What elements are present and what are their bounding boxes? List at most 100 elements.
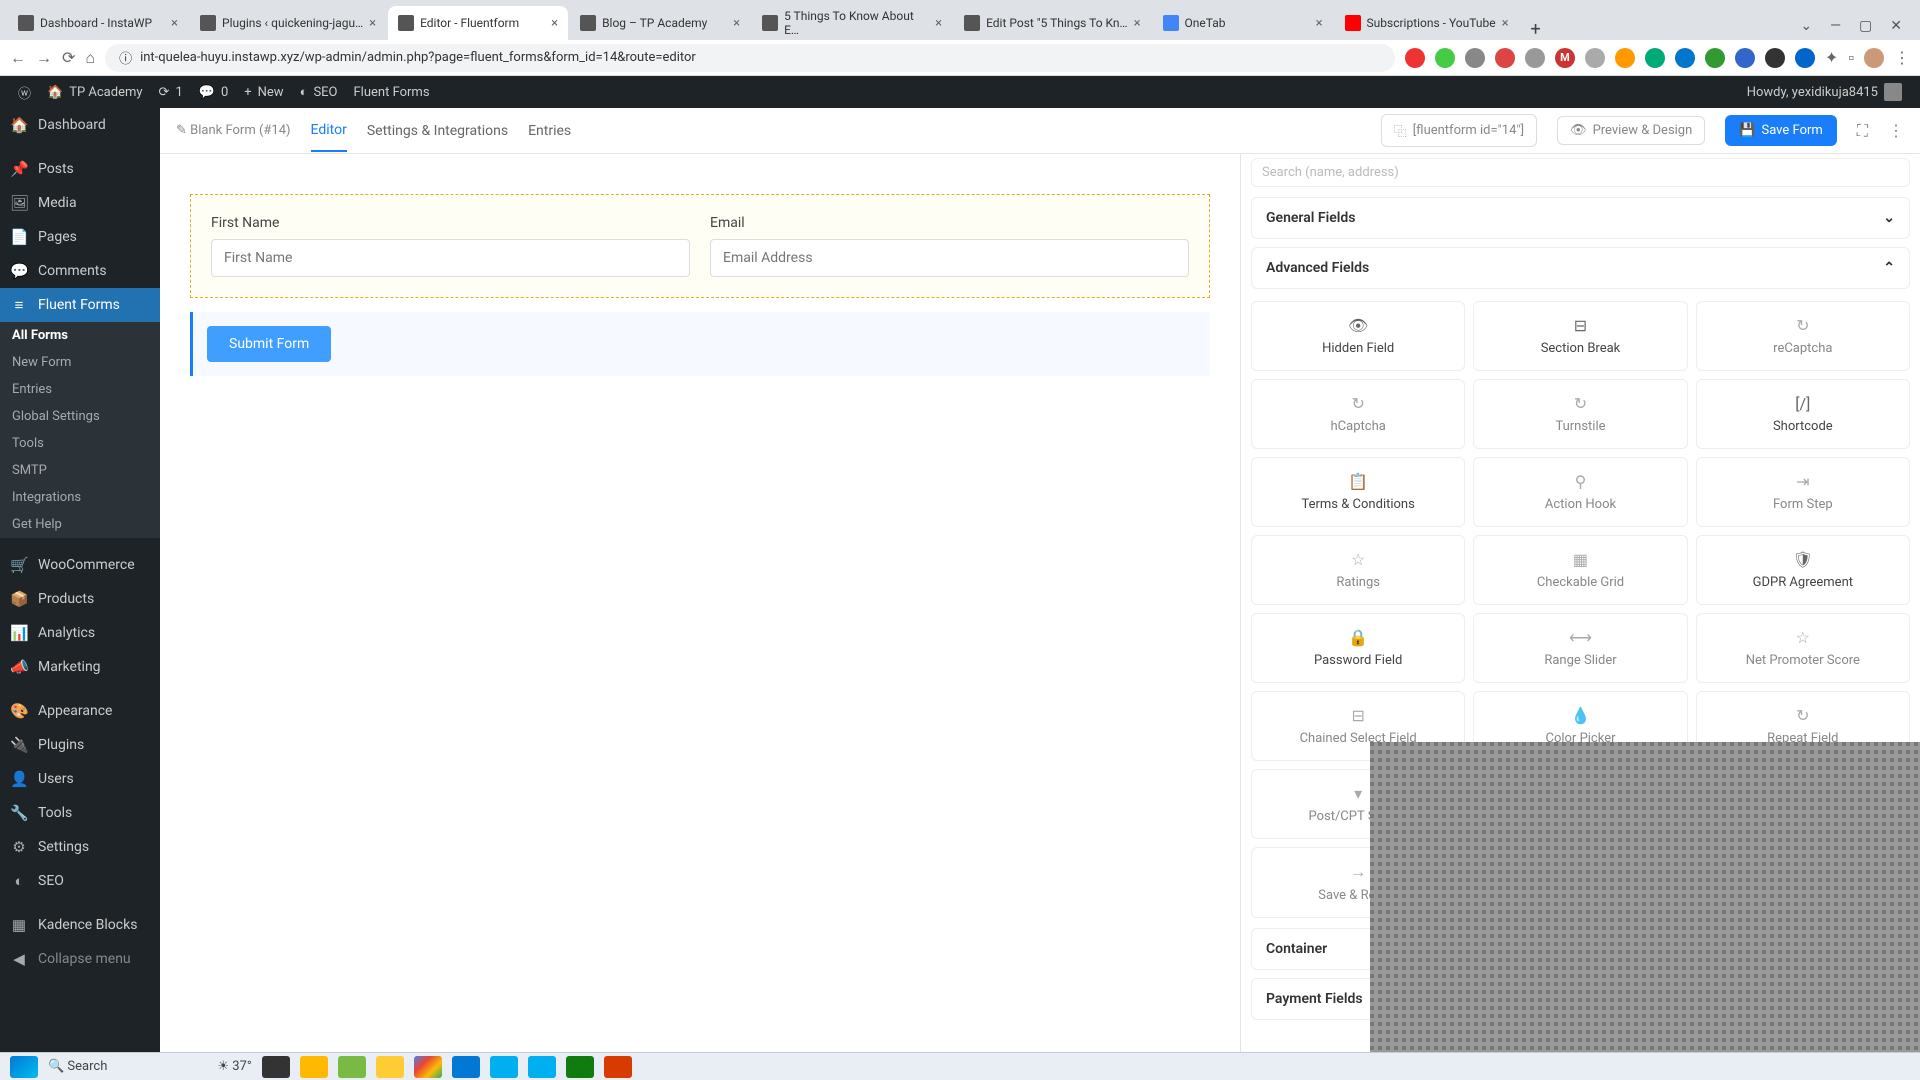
field-first-name[interactable]: First Name — [211, 215, 690, 277]
minimize-icon[interactable]: — — [1830, 18, 1841, 34]
tab-entries[interactable]: Entries — [528, 111, 571, 151]
extension-icon[interactable] — [1465, 48, 1485, 68]
close-icon[interactable]: × — [935, 16, 942, 31]
form-fields-container[interactable]: First Name Email — [190, 194, 1210, 298]
app-icon[interactable] — [566, 1056, 594, 1078]
close-icon[interactable]: × — [171, 16, 178, 31]
chevron-down-icon[interactable]: ⌄ — [1800, 18, 1812, 34]
extension-icon[interactable] — [1705, 48, 1725, 68]
sidebar-item-kadence[interactable]: ▦Kadence Blocks — [0, 908, 160, 942]
sidebar-item-analytics[interactable]: 📊Analytics — [0, 616, 160, 650]
field-card[interactable]: 🔒Password Field — [1251, 613, 1465, 683]
submit-row[interactable]: Submit Form — [190, 312, 1210, 376]
close-icon[interactable]: × — [1134, 16, 1141, 31]
sidebar-item-users[interactable]: 👤Users — [0, 762, 160, 796]
new-tab-button[interactable]: + — [1521, 19, 1551, 40]
forward-icon[interactable]: → — [36, 48, 52, 68]
chrome-icon[interactable] — [414, 1056, 442, 1078]
field-card[interactable]: 📋Terms & Conditions — [1251, 457, 1465, 527]
extension-icon[interactable] — [1435, 48, 1455, 68]
sidebar-item-fluent-forms[interactable]: ≡Fluent Forms — [0, 288, 160, 322]
sidebar-item-media[interactable]: 🖼Media — [0, 186, 160, 220]
submenu-global-settings[interactable]: Global Settings — [0, 403, 160, 430]
skype-icon[interactable] — [490, 1056, 518, 1078]
field-card[interactable]: ▦Checkable Grid — [1473, 535, 1687, 605]
sidebar-item-tools[interactable]: 🔧Tools — [0, 796, 160, 830]
browser-tab[interactable]: Edit Post "5 Things To Kn…× — [954, 6, 1150, 40]
close-icon[interactable]: × — [551, 16, 558, 31]
tab-editor[interactable]: Editor — [311, 110, 347, 152]
submenu-all-forms[interactable]: All Forms — [0, 322, 160, 349]
browser-tab[interactable]: Subscriptions - YouTube× — [1335, 6, 1519, 40]
fullscreen-icon[interactable]: ⛶ — [1857, 121, 1868, 141]
submit-form-button[interactable]: Submit Form — [207, 326, 331, 362]
new-button[interactable]: + New — [236, 85, 291, 100]
sidebar-item-comments[interactable]: 💬Comments — [0, 254, 160, 288]
submenu-new-form[interactable]: New Form — [0, 349, 160, 376]
field-card[interactable]: ⚲Action Hook — [1473, 457, 1687, 527]
extension-icon[interactable] — [1495, 48, 1515, 68]
preview-button[interactable]: 👁Preview & Design — [1557, 116, 1705, 145]
weather-widget[interactable]: ☀ 37° — [217, 1059, 251, 1074]
fluent-forms-button[interactable]: Fluent Forms — [346, 85, 438, 100]
field-card[interactable]: ↻reCaptcha — [1696, 301, 1910, 371]
field-card[interactable]: 🛡GDPR Agreement — [1696, 535, 1910, 605]
extension-icon[interactable]: M — [1555, 48, 1575, 68]
submenu-integrations[interactable]: Integrations — [0, 484, 160, 511]
sidebar-item-products[interactable]: 📦Products — [0, 582, 160, 616]
form-name[interactable]: ✎ Blank Form (#14) — [176, 123, 291, 138]
sidebar-item-seo[interactable]: ◐SEO — [0, 864, 160, 898]
sidebar-item-marketing[interactable]: 📣Marketing — [0, 650, 160, 684]
sidebar-item-pages[interactable]: 📄Pages — [0, 220, 160, 254]
search-button[interactable]: 🔍 Search — [48, 1059, 107, 1074]
extension-icon[interactable] — [1525, 48, 1545, 68]
field-card[interactable]: 👁Hidden Field — [1251, 301, 1465, 371]
first-name-input[interactable] — [211, 239, 690, 277]
close-icon[interactable]: × — [733, 16, 740, 31]
field-search-input[interactable]: Search (name, address) — [1251, 158, 1910, 187]
browser-tab[interactable]: Dashboard - InstaWP× — [8, 6, 188, 40]
skype-icon[interactable] — [528, 1056, 556, 1078]
sidebar-item-posts[interactable]: 📌Posts — [0, 152, 160, 186]
browser-tab[interactable]: Blog – TP Academy× — [570, 6, 750, 40]
wp-logo-icon[interactable]: ⓦ — [10, 83, 39, 102]
updates-button[interactable]: ⟳ 1 — [151, 85, 191, 100]
site-info-icon[interactable]: ⓘ — [119, 48, 132, 67]
app-icon[interactable] — [604, 1056, 632, 1078]
submenu-tools[interactable]: Tools — [0, 430, 160, 457]
collapse-menu-button[interactable]: ◀Collapse menu — [0, 942, 160, 976]
close-icon[interactable]: × — [1502, 16, 1509, 31]
avatar[interactable] — [1864, 48, 1884, 68]
submenu-entries[interactable]: Entries — [0, 376, 160, 403]
sidebar-item-dashboard[interactable]: 🏠Dashboard — [0, 108, 160, 142]
browser-tab-active[interactable]: Editor - Fluentform× — [388, 6, 568, 40]
side-panel-icon[interactable]: ▫ — [1848, 48, 1854, 68]
field-card[interactable]: ⇥Form Step — [1696, 457, 1910, 527]
shortcode-display[interactable]: ⿻[fluentform id="14"] — [1381, 114, 1537, 147]
submenu-get-help[interactable]: Get Help — [0, 511, 160, 538]
seo-button[interactable]: ◐ SEO — [292, 84, 346, 100]
field-card[interactable]: [/]Shortcode — [1696, 379, 1910, 449]
section-advanced-fields[interactable]: Advanced Fields⌃ — [1251, 247, 1910, 289]
start-button[interactable] — [10, 1056, 38, 1078]
submenu-smtp[interactable]: SMTP — [0, 457, 160, 484]
extension-icon[interactable] — [1645, 48, 1665, 68]
field-card[interactable]: ⟷Range Slider — [1473, 613, 1687, 683]
close-icon[interactable]: × — [369, 16, 376, 31]
maximize-icon[interactable]: ▢ — [1859, 18, 1872, 34]
app-icon[interactable] — [376, 1056, 404, 1078]
field-card[interactable]: ↻hCaptcha — [1251, 379, 1465, 449]
field-card[interactable]: ↻Turnstile — [1473, 379, 1687, 449]
extension-icon[interactable] — [1615, 48, 1635, 68]
more-icon[interactable]: ⋮ — [1888, 121, 1904, 140]
comments-button[interactable]: 💬 0 — [191, 85, 237, 100]
app-icon[interactable] — [338, 1056, 366, 1078]
extension-icon[interactable] — [1795, 48, 1815, 68]
close-window-icon[interactable]: ✕ — [1890, 18, 1902, 34]
site-name[interactable]: 🏠 TP Academy — [39, 85, 151, 100]
field-card[interactable]: ☆Net Promoter Score — [1696, 613, 1910, 683]
form-canvas[interactable]: First Name Email Submit Form — [160, 154, 1240, 1052]
menu-icon[interactable]: ⋮ — [1894, 48, 1910, 67]
email-input[interactable] — [710, 239, 1189, 277]
field-email[interactable]: Email — [710, 215, 1189, 277]
